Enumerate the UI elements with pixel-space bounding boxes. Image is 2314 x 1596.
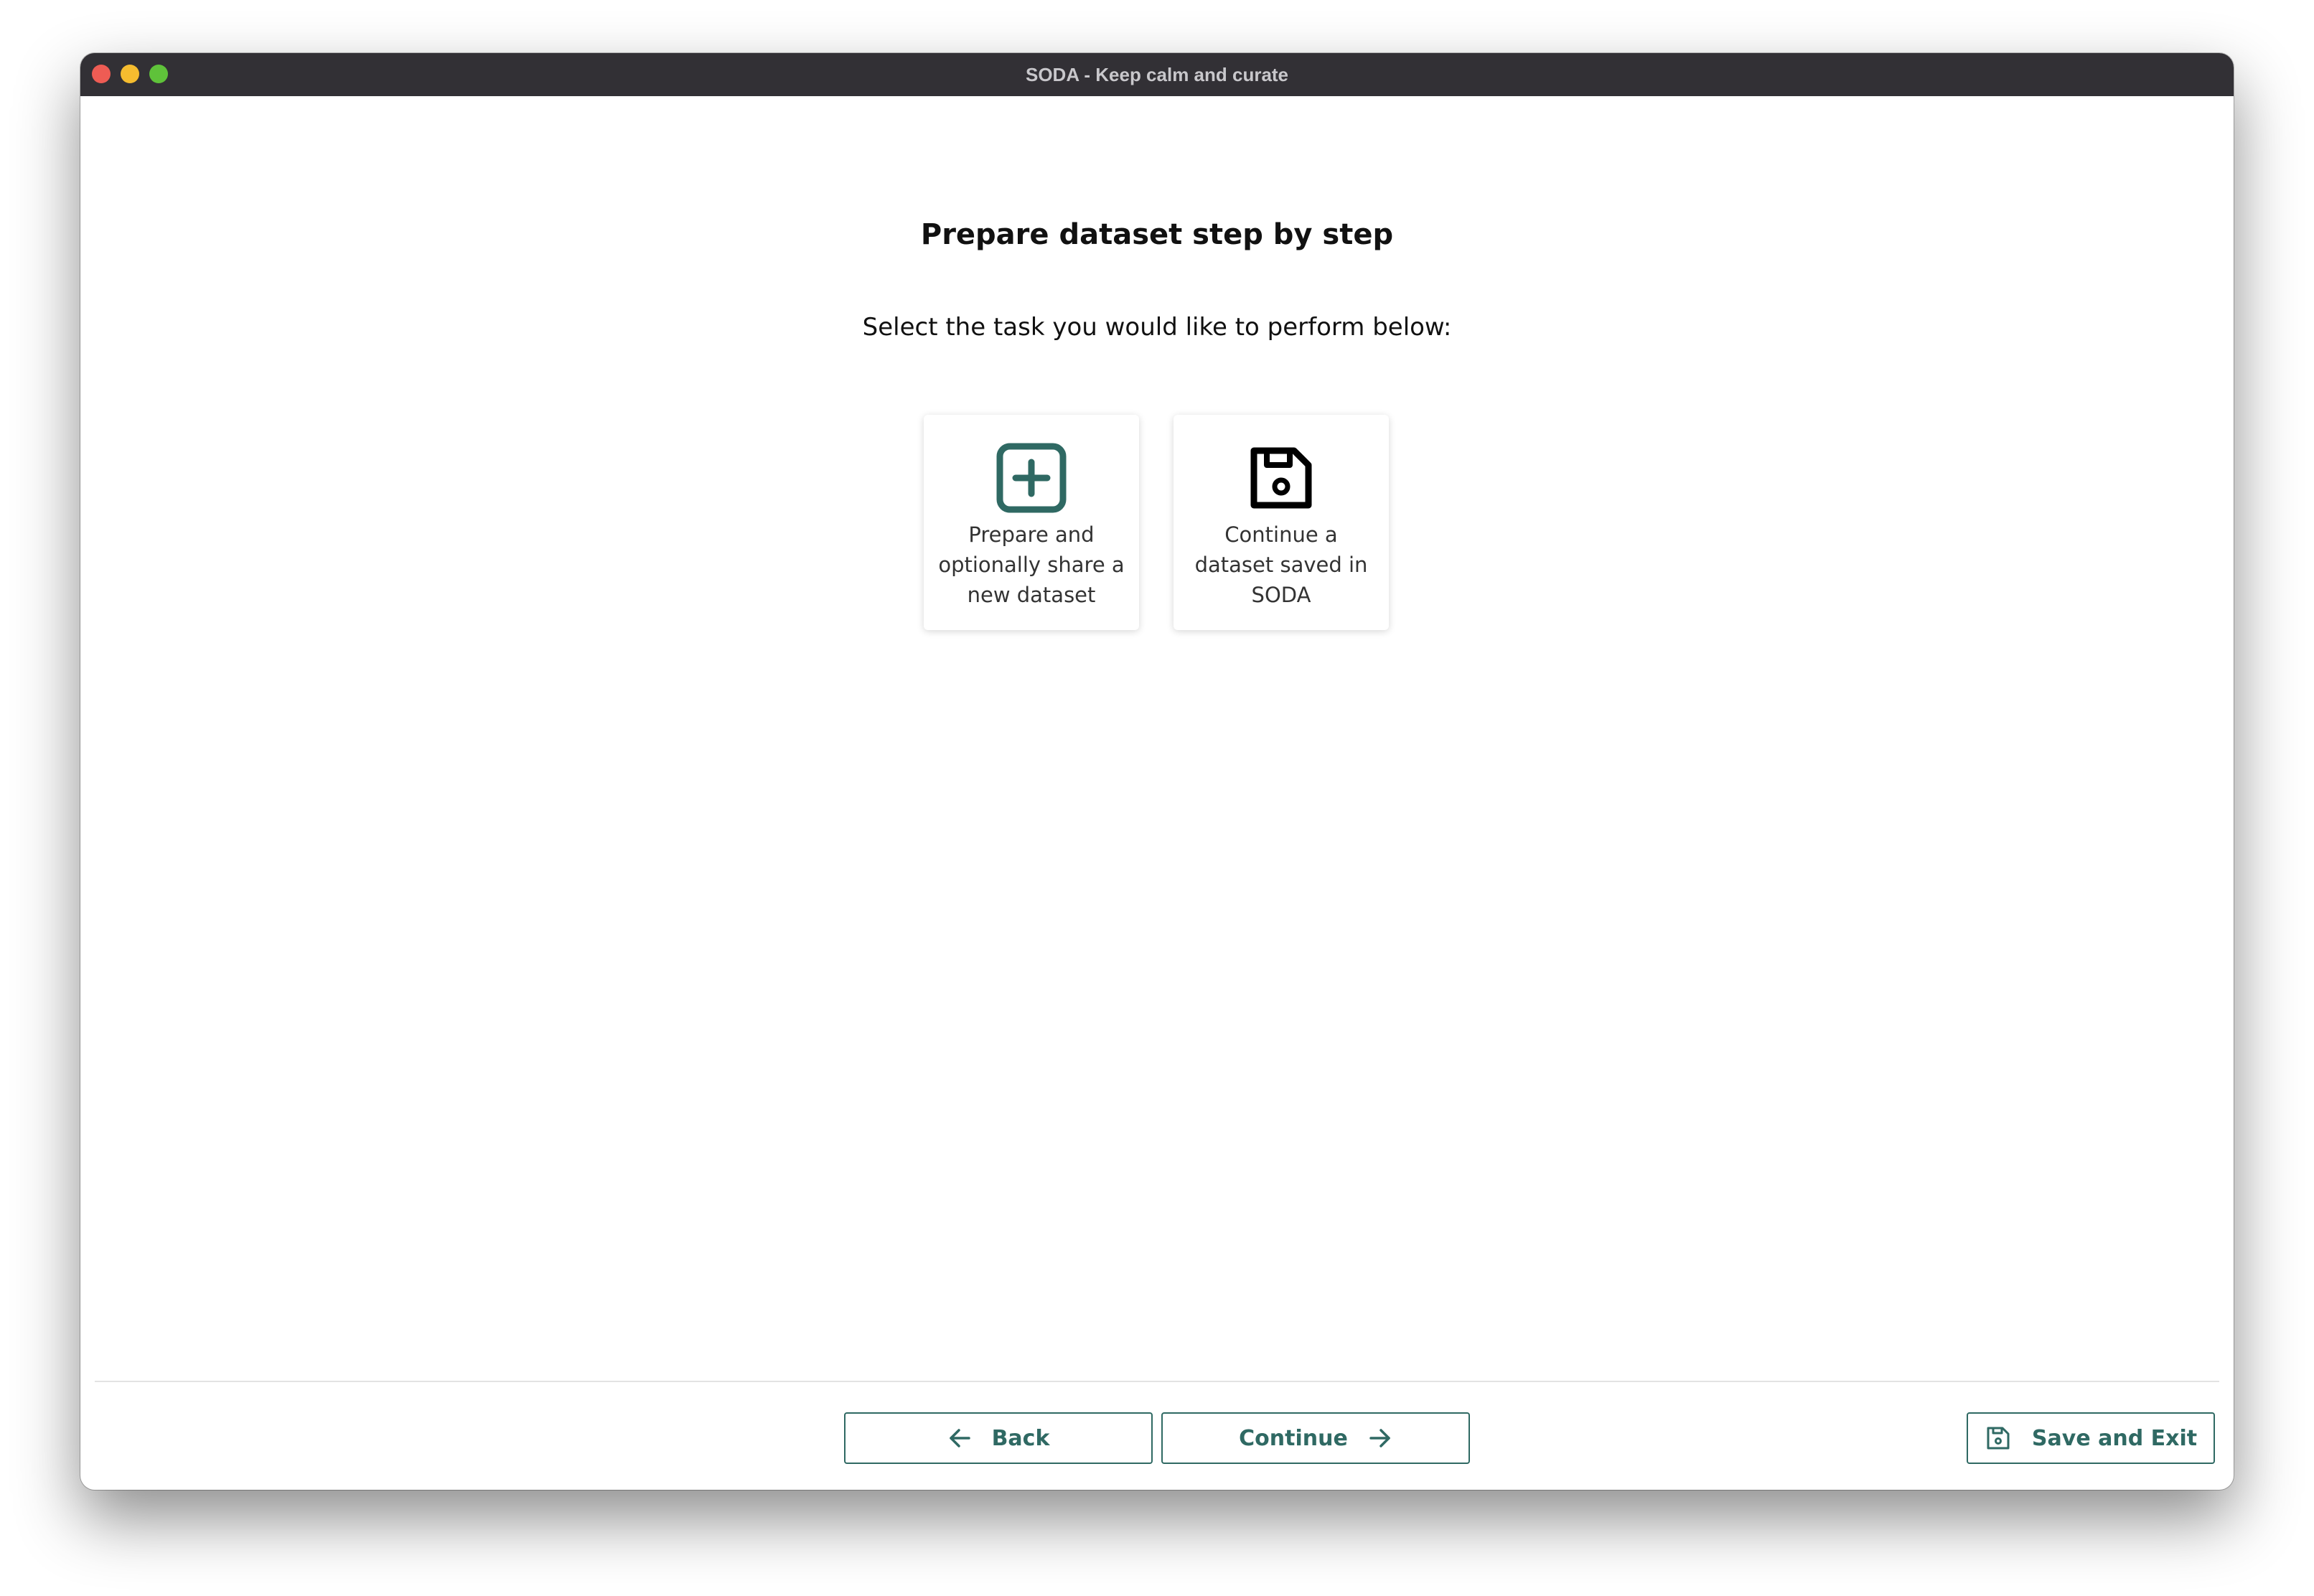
arrow-left-icon xyxy=(949,1429,970,1447)
arrow-right-icon xyxy=(1369,1429,1390,1447)
save-and-exit-label: Save and Exit xyxy=(2031,1425,2198,1451)
floppy-disk-icon xyxy=(1987,1427,2010,1450)
back-button-label: Back xyxy=(991,1425,1050,1451)
plus-square-icon xyxy=(996,443,1067,513)
continue-dataset-card[interactable]: Continue a dataset saved in SODA xyxy=(1174,415,1389,630)
title-bar: SODA - Keep calm and curate xyxy=(80,53,2234,96)
page-subtitle: Select the task you would like to perfor… xyxy=(862,313,1452,342)
floppy-disk-icon xyxy=(1250,447,1312,509)
main-content: Prepare dataset step by step Select the … xyxy=(80,96,2234,1490)
back-button[interactable]: Back xyxy=(844,1412,1153,1464)
new-dataset-card-label: Prepare and optionally share a new datas… xyxy=(938,522,1125,607)
save-and-exit-button[interactable]: Save and Exit xyxy=(1967,1412,2215,1464)
app-window: SODA - Keep calm and curate Prepare data… xyxy=(80,53,2234,1490)
continue-button-label: Continue xyxy=(1239,1425,1348,1451)
continue-button[interactable]: Continue xyxy=(1161,1412,1470,1464)
page-title: Prepare dataset step by step xyxy=(920,218,1394,251)
continue-dataset-card-label: Continue a dataset saved in SODA xyxy=(1194,522,1368,607)
window-title: SODA - Keep calm and curate xyxy=(1025,64,1289,85)
footer-divider xyxy=(95,1381,2219,1382)
new-dataset-card[interactable]: Prepare and optionally share a new datas… xyxy=(924,415,1139,630)
